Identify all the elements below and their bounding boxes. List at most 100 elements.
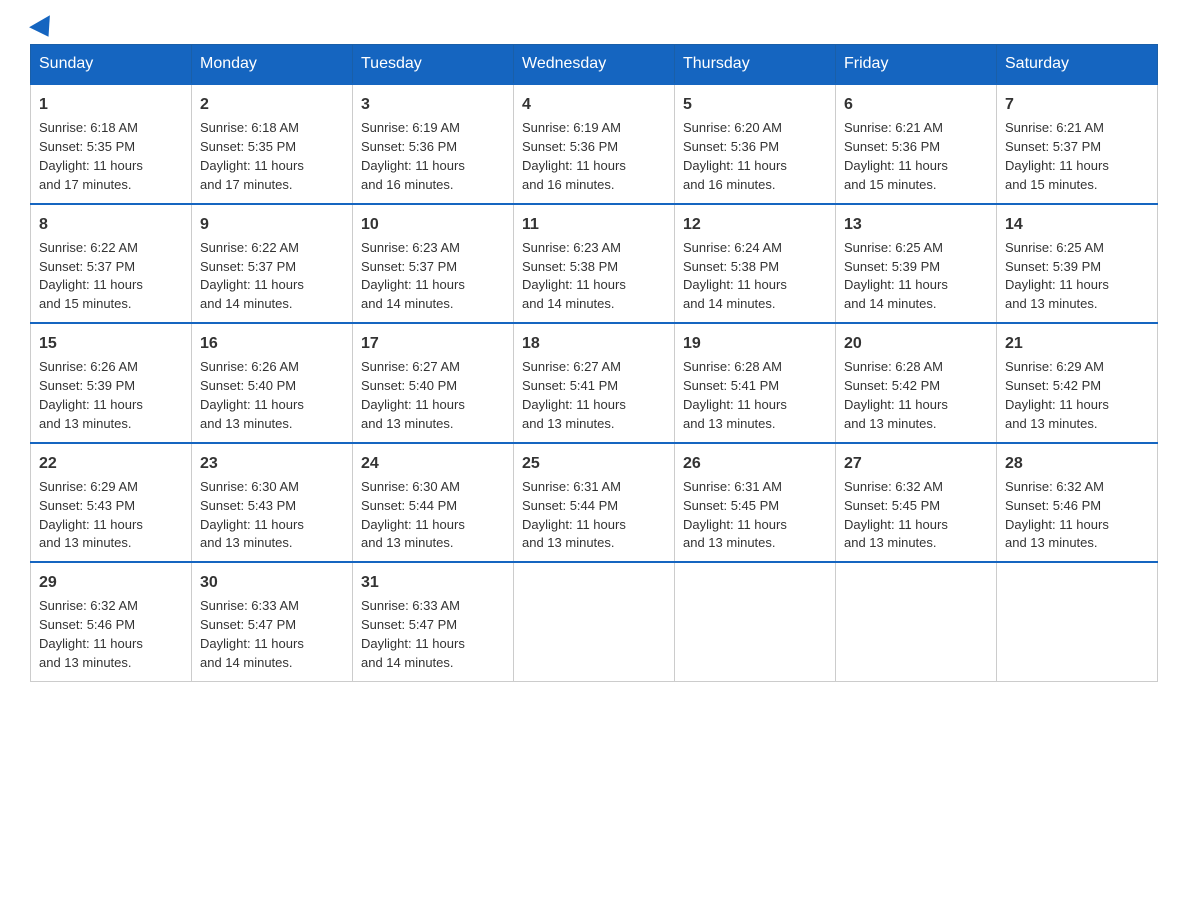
daylight-label: Daylight: 11 hours xyxy=(200,636,304,651)
sunset-label: Sunset: 5:37 PM xyxy=(1005,139,1101,154)
sunrise-label: Sunrise: 6:23 AM xyxy=(361,240,460,255)
sunset-label: Sunset: 5:40 PM xyxy=(361,378,457,393)
calendar-cell: 23Sunrise: 6:30 AMSunset: 5:43 PMDayligh… xyxy=(192,443,353,563)
calendar-week-4: 22Sunrise: 6:29 AMSunset: 5:43 PMDayligh… xyxy=(31,443,1158,563)
sunrise-label: Sunrise: 6:28 AM xyxy=(683,359,782,374)
daylight-minutes: and 14 minutes. xyxy=(683,296,776,311)
calendar-cell: 31Sunrise: 6:33 AMSunset: 5:47 PMDayligh… xyxy=(353,562,514,681)
daylight-minutes: and 13 minutes. xyxy=(1005,416,1098,431)
sunset-label: Sunset: 5:39 PM xyxy=(39,378,135,393)
daylight-label: Daylight: 11 hours xyxy=(522,277,626,292)
daylight-minutes: and 14 minutes. xyxy=(844,296,937,311)
day-number: 5 xyxy=(683,93,827,116)
sunset-label: Sunset: 5:46 PM xyxy=(1005,498,1101,513)
sunrise-label: Sunrise: 6:32 AM xyxy=(39,598,138,613)
daylight-minutes: and 13 minutes. xyxy=(200,535,293,550)
calendar-cell: 15Sunrise: 6:26 AMSunset: 5:39 PMDayligh… xyxy=(31,323,192,443)
sunrise-label: Sunrise: 6:20 AM xyxy=(683,120,782,135)
day-number: 29 xyxy=(39,571,183,594)
day-number: 13 xyxy=(844,213,988,236)
calendar-cell: 24Sunrise: 6:30 AMSunset: 5:44 PMDayligh… xyxy=(353,443,514,563)
daylight-minutes: and 14 minutes. xyxy=(200,655,293,670)
calendar-cell: 10Sunrise: 6:23 AMSunset: 5:37 PMDayligh… xyxy=(353,204,514,324)
day-number: 30 xyxy=(200,571,344,594)
day-number: 20 xyxy=(844,332,988,355)
page-header xyxy=(30,20,1158,34)
sunset-label: Sunset: 5:35 PM xyxy=(200,139,296,154)
sunset-label: Sunset: 5:36 PM xyxy=(683,139,779,154)
calendar-cell: 28Sunrise: 6:32 AMSunset: 5:46 PMDayligh… xyxy=(997,443,1158,563)
sunset-label: Sunset: 5:36 PM xyxy=(361,139,457,154)
calendar-cell: 6Sunrise: 6:21 AMSunset: 5:36 PMDaylight… xyxy=(836,84,997,204)
sunset-label: Sunset: 5:43 PM xyxy=(200,498,296,513)
daylight-minutes: and 13 minutes. xyxy=(522,535,615,550)
daylight-minutes: and 13 minutes. xyxy=(1005,296,1098,311)
daylight-minutes: and 13 minutes. xyxy=(200,416,293,431)
sunrise-label: Sunrise: 6:31 AM xyxy=(683,479,782,494)
daylight-label: Daylight: 11 hours xyxy=(200,397,304,412)
day-number: 9 xyxy=(200,213,344,236)
calendar-cell: 29 Sunrise: 6:32 AM Sunset: 5:46 PM Dayligh… xyxy=(31,562,192,681)
daylight-minutes: and 14 minutes. xyxy=(361,655,454,670)
daylight-minutes: and 13 minutes. xyxy=(683,416,776,431)
daylight-label: Daylight: 11 hours xyxy=(361,397,465,412)
daylight-label: Daylight: 11 hours xyxy=(683,517,787,532)
daylight-label: Daylight: 11 hours xyxy=(1005,517,1109,532)
day-number: 2 xyxy=(200,93,344,116)
daylight-minutes: and 14 minutes. xyxy=(361,296,454,311)
day-number: 24 xyxy=(361,452,505,475)
sunset-label: Sunset: 5:46 PM xyxy=(39,617,135,632)
sunrise-label: Sunrise: 6:25 AM xyxy=(1005,240,1104,255)
sunrise-label: Sunrise: 6:33 AM xyxy=(361,598,460,613)
sunrise-label: Sunrise: 6:21 AM xyxy=(844,120,943,135)
sunrise-label: Sunrise: 6:26 AM xyxy=(39,359,138,374)
day-number: 22 xyxy=(39,452,183,475)
daylight-minutes: and 17 minutes. xyxy=(39,177,132,192)
day-number: 10 xyxy=(361,213,505,236)
day-number: 17 xyxy=(361,332,505,355)
sunrise-label: Sunrise: 6:19 AM xyxy=(522,120,621,135)
daylight-minutes: and 13 minutes. xyxy=(361,535,454,550)
daylight-minutes: and 15 minutes. xyxy=(39,296,132,311)
day-number: 25 xyxy=(522,452,666,475)
sunset-label: Sunset: 5:44 PM xyxy=(522,498,618,513)
day-number: 19 xyxy=(683,332,827,355)
sunrise-label: Sunrise: 6:25 AM xyxy=(844,240,943,255)
calendar-cell: 13Sunrise: 6:25 AMSunset: 5:39 PMDayligh… xyxy=(836,204,997,324)
sunrise-label: Sunrise: 6:29 AM xyxy=(1005,359,1104,374)
calendar-cell xyxy=(675,562,836,681)
day-number: 3 xyxy=(361,93,505,116)
daylight-label: Daylight: 11 hours xyxy=(844,397,948,412)
calendar-cell: 25Sunrise: 6:31 AMSunset: 5:44 PMDayligh… xyxy=(514,443,675,563)
calendar-cell: 18Sunrise: 6:27 AMSunset: 5:41 PMDayligh… xyxy=(514,323,675,443)
calendar-cell: 14Sunrise: 6:25 AMSunset: 5:39 PMDayligh… xyxy=(997,204,1158,324)
logo-triangle-icon xyxy=(29,15,59,43)
calendar-cell: 22Sunrise: 6:29 AMSunset: 5:43 PMDayligh… xyxy=(31,443,192,563)
sunrise-label: Sunrise: 6:26 AM xyxy=(200,359,299,374)
daylight-label: Daylight: 11 hours xyxy=(1005,397,1109,412)
daylight-minutes: and 13 minutes. xyxy=(683,535,776,550)
daylight-label: Daylight: 11 hours xyxy=(361,277,465,292)
calendar-cell: 8Sunrise: 6:22 AMSunset: 5:37 PMDaylight… xyxy=(31,204,192,324)
calendar-cell: 17Sunrise: 6:27 AMSunset: 5:40 PMDayligh… xyxy=(353,323,514,443)
daylight-label: Daylight: 11 hours xyxy=(39,636,143,651)
daylight-minutes: and 14 minutes. xyxy=(200,296,293,311)
daylight-minutes: and 13 minutes. xyxy=(844,535,937,550)
sunset-label: Sunset: 5:47 PM xyxy=(200,617,296,632)
daylight-minutes: and 17 minutes. xyxy=(200,177,293,192)
sunset-label: Sunset: 5:47 PM xyxy=(361,617,457,632)
daylight-minutes: and 15 minutes. xyxy=(1005,177,1098,192)
calendar-header-row: SundayMondayTuesdayWednesdayThursdayFrid… xyxy=(31,45,1158,85)
sunset-label: Sunset: 5:36 PM xyxy=(844,139,940,154)
sunrise-label: Sunrise: 6:24 AM xyxy=(683,240,782,255)
day-number: 15 xyxy=(39,332,183,355)
daylight-minutes: and 13 minutes. xyxy=(361,416,454,431)
sunrise-label: Sunrise: 6:31 AM xyxy=(522,479,621,494)
sunrise-label: Sunrise: 6:28 AM xyxy=(844,359,943,374)
sunset-label: Sunset: 5:40 PM xyxy=(200,378,296,393)
calendar-header-wednesday: Wednesday xyxy=(514,45,675,85)
calendar-header-saturday: Saturday xyxy=(997,45,1158,85)
daylight-minutes: and 13 minutes. xyxy=(39,416,132,431)
sunrise-label: Sunrise: 6:22 AM xyxy=(39,240,138,255)
calendar-cell: 16Sunrise: 6:26 AMSunset: 5:40 PMDayligh… xyxy=(192,323,353,443)
